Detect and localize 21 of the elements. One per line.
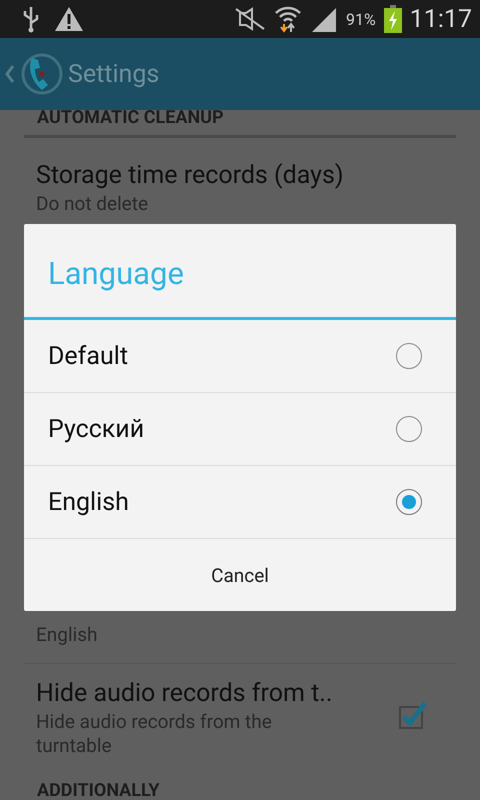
language-option[interactable]: Default bbox=[48, 342, 128, 370]
section-header: AUTOMATIC CLEANUP bbox=[24, 107, 456, 138]
charging-battery-icon bbox=[384, 5, 402, 33]
cancel-button[interactable]: Cancel bbox=[24, 539, 456, 611]
radio-button[interactable] bbox=[396, 416, 422, 442]
checkbox[interactable] bbox=[398, 700, 428, 730]
battery-percent: 91% bbox=[346, 10, 376, 28]
screen-title: Settings bbox=[68, 60, 160, 88]
back-caret-icon[interactable] bbox=[4, 64, 16, 84]
radio-button[interactable] bbox=[396, 489, 422, 515]
language-option[interactable]: Русский bbox=[48, 414, 144, 444]
warning-icon bbox=[54, 6, 84, 32]
usb-icon bbox=[22, 5, 40, 33]
setting-title: Storage time records (days) bbox=[36, 160, 345, 192]
radio-button[interactable] bbox=[396, 343, 422, 369]
section-header: ADDITIONALLY bbox=[36, 779, 161, 800]
setting-title: Hide audio records from t.. bbox=[36, 678, 334, 710]
language-option[interactable]: English bbox=[48, 488, 129, 516]
dialog-title: Language bbox=[24, 224, 456, 320]
wifi-icon bbox=[274, 5, 302, 33]
clock-time: 11:17 bbox=[410, 4, 472, 34]
